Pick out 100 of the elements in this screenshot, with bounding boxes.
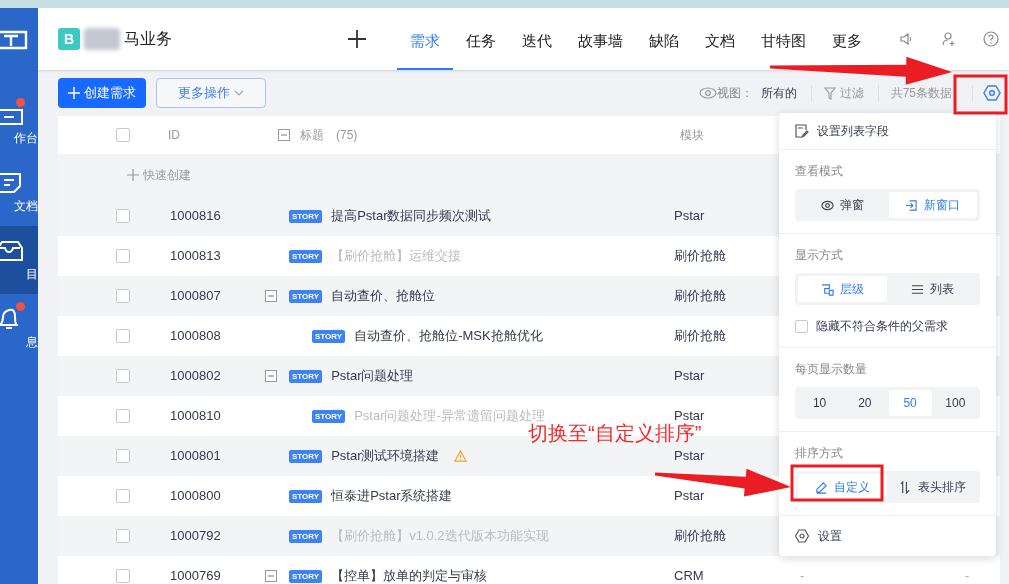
sidebar-item[interactable]: 作台 <box>0 90 38 158</box>
id-cell-text: 1000800 <box>170 487 222 506</box>
segment-option[interactable]: 20 <box>843 390 887 416</box>
row-checkbox[interactable] <box>116 209 130 223</box>
hierarchy-icon <box>820 282 834 296</box>
module-cell: 刷价抢舱 <box>674 248 726 264</box>
id-cell-text: 1000801 <box>170 447 222 466</box>
segment-option[interactable]: 自定义 <box>798 474 887 500</box>
row-checkbox[interactable] <box>116 529 130 543</box>
title-cell[interactable]: Pstar测试环境搭建 <box>331 446 440 466</box>
sidebar-label: 目 <box>26 268 38 280</box>
tab-underline <box>397 68 453 70</box>
more-actions-button[interactable]: 更多操作 <box>156 78 266 108</box>
nav-tab[interactable]: 需求 <box>397 17 453 65</box>
module-cell: CRM <box>674 568 704 584</box>
sidebar-label: 作台 <box>14 132 38 144</box>
highlight-frame <box>953 74 1008 115</box>
redacted-area <box>84 28 120 50</box>
sidebar-item[interactable]: 息 <box>0 294 38 362</box>
add-user-icon[interactable] <box>941 31 957 47</box>
settings-icon <box>795 529 809 543</box>
section-title: 查看模式 <box>795 163 844 180</box>
title-cell[interactable]: 自动查价、抢舱位 <box>331 286 436 306</box>
caret-icon <box>234 90 244 96</box>
add-icon[interactable] <box>347 29 367 49</box>
enter-icon <box>905 198 919 212</box>
segment-option[interactable]: 弹窗 <box>798 192 887 218</box>
module-cell: Pstar <box>674 488 705 504</box>
id-cell-text: 1000816 <box>170 207 222 226</box>
nav-tab[interactable]: 文档 <box>692 17 748 65</box>
row-checkbox[interactable] <box>116 289 130 303</box>
settings-icon[interactable] <box>983 84 1001 102</box>
help-icon[interactable] <box>983 31 999 47</box>
story-tag: STORY <box>289 569 323 583</box>
table-cell-text: - <box>800 567 806 584</box>
row-checkbox[interactable] <box>116 449 130 463</box>
column-header: 标题 <box>300 127 324 144</box>
title-cell[interactable]: 自动查价、抢舱位-MSK抢舱优化 <box>354 326 543 346</box>
row-checkbox[interactable] <box>116 369 130 383</box>
create-button[interactable]: 创建需求 <box>58 78 146 108</box>
annotation-text: 切换至“自定义排序” <box>528 423 702 443</box>
settings-item[interactable]: 设置 <box>779 516 996 556</box>
collapse-icon[interactable] <box>265 290 277 302</box>
nav-tab[interactable]: 迭代 <box>509 17 565 65</box>
segment-option[interactable]: 层级 <box>798 276 887 302</box>
collapse-icon[interactable] <box>265 570 277 582</box>
id-cell-text: 1000769 <box>170 567 222 584</box>
segment-option[interactable]: 10 <box>798 390 842 416</box>
story-tag: STORY <box>289 529 323 543</box>
filter-icon[interactable] <box>823 86 836 100</box>
collapse-icon[interactable] <box>265 370 277 382</box>
nav-tab[interactable]: 更多 <box>819 17 875 65</box>
checkbox-label: 隐藏不符合条件的父需求 <box>816 318 948 335</box>
module-cell: 刷价抢舱 <box>674 328 726 344</box>
title-cell[interactable]: Pstar问题处理 <box>331 366 414 386</box>
row-checkbox[interactable] <box>116 409 130 423</box>
checkbox[interactable] <box>795 319 808 333</box>
row-checkbox[interactable] <box>116 569 130 583</box>
select-all-checkbox[interactable] <box>116 128 130 142</box>
row-checkbox[interactable] <box>116 489 130 503</box>
segment-option[interactable]: 100 <box>933 390 977 416</box>
row-checkbox[interactable] <box>116 329 130 343</box>
title-cell[interactable]: 提高Pstar数据同步频次测试 <box>331 206 492 226</box>
inbox-icon <box>0 240 26 262</box>
sidebar-item[interactable]: 目 <box>0 226 38 294</box>
id-cell-text: 1000810 <box>170 407 222 426</box>
story-tag: STORY <box>289 449 323 463</box>
story-tag: STORY <box>312 329 346 343</box>
field-settings-item[interactable]: 设置列表字段 <box>779 113 996 149</box>
nav-tab[interactable]: 故事墙 <box>565 17 636 65</box>
column-header: ID <box>168 127 181 144</box>
nav-tab[interactable]: 甘特图 <box>748 17 819 65</box>
id-cell-text: 1000808 <box>170 327 222 346</box>
id-cell-text: 1000813 <box>170 247 222 266</box>
story-tag: STORY <box>289 489 323 503</box>
title-cell[interactable]: 恒泰进Pstar系统搭建 <box>331 486 453 506</box>
collapse-icon[interactable] <box>278 129 290 141</box>
column-header: 模块 <box>680 127 704 144</box>
row-checkbox[interactable] <box>116 249 130 263</box>
view-selector[interactable]: 所有的 <box>760 84 797 102</box>
section-title: 每页显示数量 <box>795 361 868 378</box>
module-cell: Pstar <box>674 368 705 384</box>
nav-tab[interactable]: 任务 <box>453 17 509 65</box>
plus-icon <box>127 169 139 181</box>
segment-option[interactable]: 新窗口 <box>888 192 977 218</box>
sidebar-item[interactable]: 文档 <box>0 158 38 226</box>
story-tag: STORY <box>312 409 346 423</box>
title-cell[interactable]: 【控单】放单的判定与审核 <box>331 566 488 584</box>
view-label: 视图： <box>716 85 753 102</box>
edit-list-icon <box>795 124 809 138</box>
id-cell-text: 1000802 <box>170 367 222 386</box>
logo-icon[interactable] <box>0 28 30 52</box>
table-cell-text: - <box>965 567 970 584</box>
story-tag: STORY <box>289 209 323 223</box>
segment-option[interactable]: 50 <box>888 390 932 416</box>
nav-tab[interactable]: 缺陷 <box>636 17 692 65</box>
segment-option[interactable]: 表头排序 <box>888 474 977 500</box>
story-tag: STORY <box>289 369 323 383</box>
eye-icon <box>820 198 834 212</box>
segment-option[interactable]: 列表 <box>888 276 977 302</box>
